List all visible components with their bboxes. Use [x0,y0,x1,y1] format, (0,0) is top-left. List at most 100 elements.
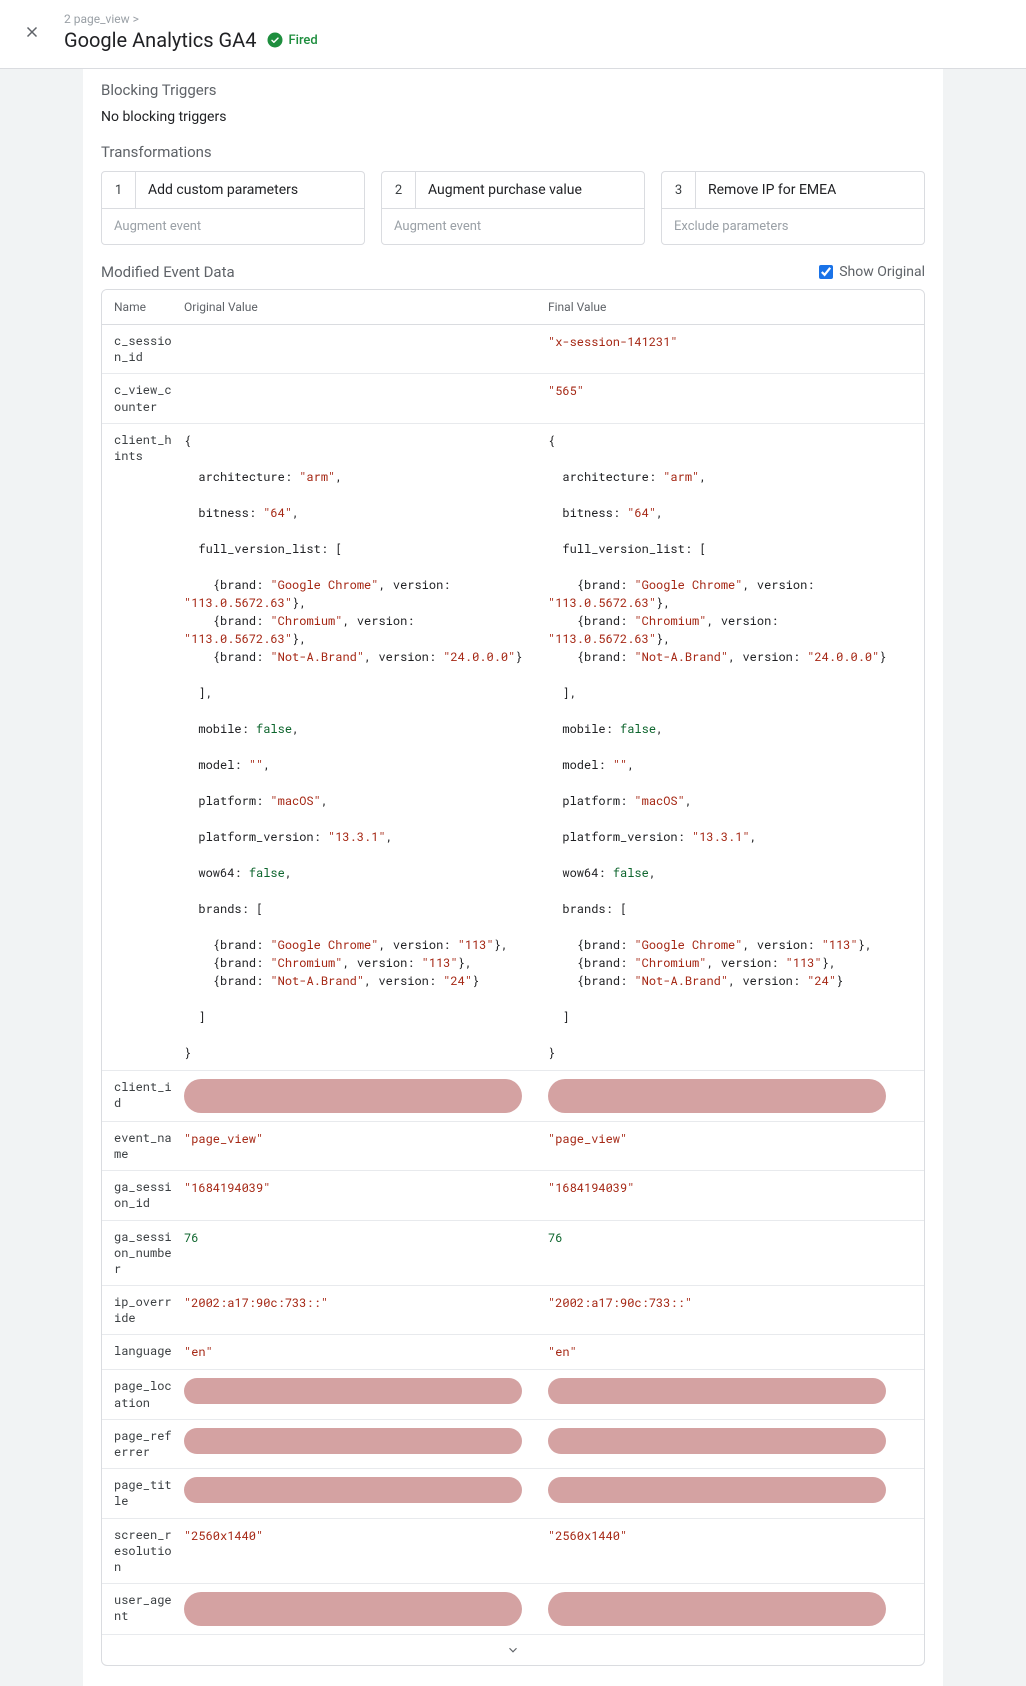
row-final: "page_view" [548,1130,912,1148]
row-name: client_hints [114,432,184,464]
fired-badge: Fired [266,31,317,49]
row-final: { architecture: "arm", bitness: "64", fu… [548,432,912,1062]
transformation-title: Remove IP for EMEA [696,172,924,208]
string-value: "2560x1440" [184,1528,263,1544]
redacted-value [184,1592,522,1626]
check-circle-icon [266,31,284,49]
string-value: "2560x1440" [548,1528,627,1544]
table-row: ga_session_number 76 76 [102,1221,924,1287]
row-name: c_session_id [114,333,184,365]
transformation-subtitle: Augment event [382,209,644,244]
row-final [548,1079,912,1113]
blocking-triggers-title: Blocking Triggers [101,81,925,99]
table-row: c_session_id "x-session-141231" [102,325,924,374]
row-final: "1684194039" [548,1179,912,1197]
row-final: "en" [548,1343,912,1361]
show-original-label[interactable]: Show Original [839,264,925,280]
table-row: event_name "page_view" "page_view" [102,1122,924,1171]
transformations: 1 Add custom parameters Augment event 2 … [101,171,925,245]
number-value: 76 [548,1230,562,1246]
string-value: "2002:a17:90c:733::" [184,1295,328,1311]
row-final [548,1592,912,1626]
row-name: ip_override [114,1294,184,1326]
row-final: 76 [548,1229,912,1247]
row-original [184,1592,548,1626]
expand-row[interactable] [102,1634,924,1665]
row-original: 76 [184,1229,548,1247]
table-row: c_view_counter "565" [102,374,924,423]
transformation-number: 2 [382,172,416,208]
redacted-value [548,1079,886,1113]
row-original [184,1428,548,1454]
string-value: "en" [548,1344,577,1360]
row-name: page_location [114,1378,184,1410]
row-name: client_id [114,1079,184,1111]
show-original-checkbox[interactable] [819,265,833,279]
row-original: { architecture: "arm", bitness: "64", fu… [184,432,548,1062]
row-final: "2002:a17:90c:733::" [548,1294,912,1312]
page-title: Google Analytics GA4 [64,28,256,52]
number-value: 76 [184,1230,198,1246]
row-original: "2002:a17:90c:733::" [184,1294,548,1312]
modified-event-header: Modified Event Data Show Original [101,263,925,281]
row-final: "565" [548,382,912,400]
table-row: client_id [102,1071,924,1122]
row-name: c_view_counter [114,382,184,414]
string-value: "x-session-141231" [548,334,678,350]
redacted-value [184,1428,522,1454]
string-value: "page_view" [548,1131,627,1147]
table-row: user_agent [102,1584,924,1634]
close-icon[interactable] [20,20,44,44]
transformation-title: Augment purchase value [416,172,644,208]
redacted-value [548,1378,886,1404]
table-row: ga_session_id "1684194039" "1684194039" [102,1171,924,1220]
breadcrumb: 2 page_view > [64,12,1006,26]
row-name: user_agent [114,1592,184,1624]
no-blocking-text: No blocking triggers [101,109,925,139]
redacted-value [548,1428,886,1454]
table-row: page_title [102,1469,924,1518]
row-original [184,1079,548,1113]
row-original: "2560x1440" [184,1527,548,1545]
string-value: "page_view" [184,1131,263,1147]
col-original: Original Value [184,300,548,314]
transformations-title: Transformations [101,143,925,161]
row-final [548,1428,912,1454]
row-name: ga_session_number [114,1229,184,1278]
string-value: "1684194039" [184,1180,270,1196]
row-original: "page_view" [184,1130,548,1148]
table-row: client_hints { architecture: "arm", bitn… [102,424,924,1071]
header-bar: 2 page_view > Google Analytics GA4 Fired [0,0,1026,69]
code-value: { architecture: "arm", bitness: "64", fu… [184,432,536,1062]
header-text: 2 page_view > Google Analytics GA4 Fired [64,12,1006,52]
transformation-card[interactable]: 1 Add custom parameters Augment event [101,171,365,245]
row-original [184,1378,548,1404]
row-name: language [114,1343,184,1359]
chevron-down-icon [506,1643,520,1657]
row-final [548,1378,912,1404]
transformation-number: 1 [102,172,136,208]
string-value: "1684194039" [548,1180,634,1196]
show-original-toggle[interactable]: Show Original [819,264,925,280]
transformation-number: 3 [662,172,696,208]
row-original: "1684194039" [184,1179,548,1197]
row-final [548,1477,912,1503]
data-table: Name Original Value Final Value c_sessio… [101,289,925,1666]
col-name: Name [114,300,184,314]
redacted-value [548,1477,886,1503]
row-name: screen_resolution [114,1527,184,1576]
code-value: { architecture: "arm", bitness: "64", fu… [548,432,900,1062]
redacted-value [184,1378,522,1404]
transformation-card[interactable]: 3 Remove IP for EMEA Exclude parameters [661,171,925,245]
table-row: page_referrer [102,1420,924,1469]
row-name: ga_session_id [114,1179,184,1211]
modified-event-title: Modified Event Data [101,263,235,281]
col-final: Final Value [548,300,912,314]
row-final: "x-session-141231" [548,333,912,351]
transformation-subtitle: Exclude parameters [662,209,924,244]
redacted-value [548,1592,886,1626]
transformation-title: Add custom parameters [136,172,364,208]
transformation-card[interactable]: 2 Augment purchase value Augment event [381,171,645,245]
transformation-subtitle: Augment event [102,209,364,244]
row-name: page_referrer [114,1428,184,1460]
